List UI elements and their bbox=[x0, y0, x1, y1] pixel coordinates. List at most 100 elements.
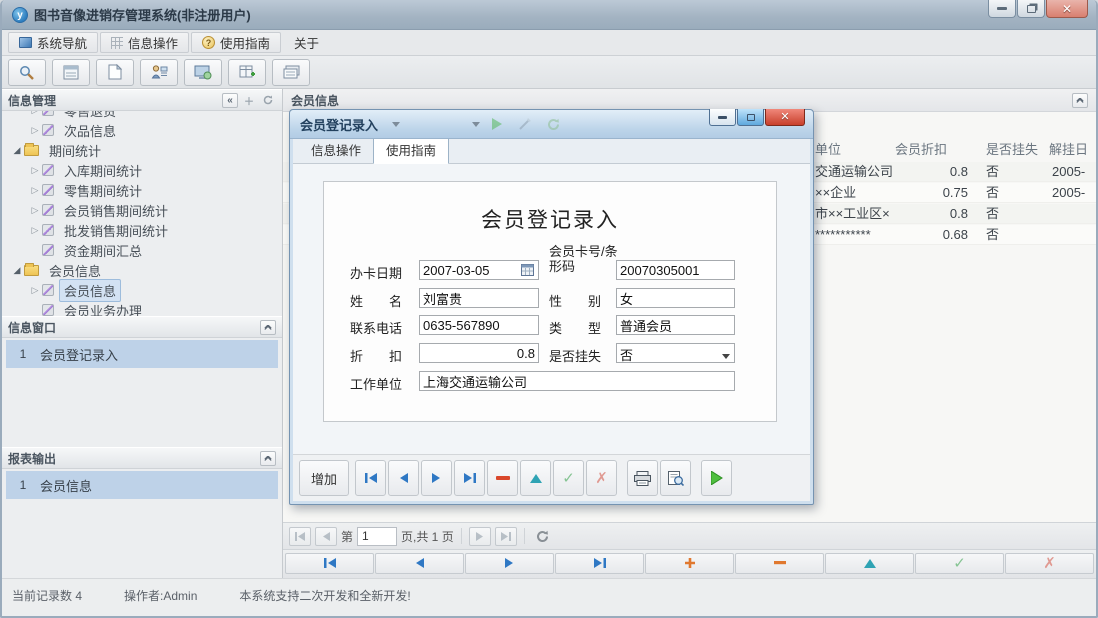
tree-item-inbound-period[interactable]: ▷入库期间统计 bbox=[2, 160, 282, 180]
dropdown-caret-icon[interactable] bbox=[392, 122, 400, 131]
record-cancel-button[interactable]: ✗ bbox=[1005, 553, 1094, 574]
dialog-refresh-button[interactable] bbox=[542, 115, 564, 133]
confirm-button[interactable]: ✓ bbox=[553, 460, 584, 496]
close-button[interactable]: ✕ bbox=[1046, 0, 1088, 18]
menu-item-info-ops[interactable]: 信息操作 bbox=[100, 32, 189, 53]
record-prev-button[interactable] bbox=[375, 553, 464, 574]
dialog-minimize-button[interactable] bbox=[709, 109, 736, 126]
column-header-discount[interactable]: 会员折扣 bbox=[895, 140, 975, 160]
tree-item-funds-summary[interactable]: ▷资金期间汇总 bbox=[2, 240, 282, 260]
dialog-close-button[interactable]: ✕ bbox=[765, 109, 805, 126]
phone-input[interactable] bbox=[419, 315, 539, 335]
tab-info-ops[interactable]: 信息操作 bbox=[299, 137, 373, 163]
column-header-unlock-date[interactable]: 解挂日期 bbox=[1049, 140, 1098, 160]
list-item-member-entry[interactable]: 1 会员登记录入 bbox=[6, 340, 278, 368]
record-add-button[interactable] bbox=[645, 553, 734, 574]
next-record-button[interactable] bbox=[421, 460, 452, 496]
page-prev-button[interactable] bbox=[315, 527, 337, 546]
page-refresh-button[interactable] bbox=[532, 527, 554, 546]
expand-arrow-icon[interactable]: ▷ bbox=[28, 165, 42, 176]
collapse-arrow-icon[interactable]: ◢ bbox=[10, 145, 24, 156]
cell-lost[interactable]: 否 bbox=[986, 225, 1046, 245]
gender-input[interactable] bbox=[616, 288, 735, 308]
discount-input[interactable] bbox=[419, 343, 539, 363]
expand-arrow-icon[interactable]: ▷ bbox=[28, 205, 42, 216]
restore-button[interactable] bbox=[1017, 0, 1045, 18]
add-button[interactable]: ＋ bbox=[241, 93, 257, 108]
cell-lost[interactable]: 否 bbox=[986, 183, 1046, 203]
expand-arrow-icon[interactable]: ▷ bbox=[28, 185, 42, 196]
window-view-button[interactable] bbox=[184, 59, 222, 86]
form-view-button[interactable] bbox=[52, 59, 90, 86]
collapse-up-button[interactable] bbox=[260, 320, 276, 335]
collapse-up-button[interactable] bbox=[260, 451, 276, 466]
record-delete-button[interactable] bbox=[735, 553, 824, 574]
design-button[interactable] bbox=[514, 115, 536, 133]
first-record-button[interactable] bbox=[355, 460, 386, 496]
cell-discount[interactable]: 0.75 bbox=[895, 183, 968, 203]
column-header-lost[interactable]: 是否挂失 bbox=[986, 140, 1056, 160]
last-record-button[interactable] bbox=[454, 460, 485, 496]
page-number-input[interactable] bbox=[357, 527, 397, 546]
menu-item-about[interactable]: 关于 bbox=[283, 32, 330, 53]
tree-folder-period-stats[interactable]: ◢期间统计 bbox=[2, 140, 282, 160]
edit-record-button[interactable] bbox=[520, 460, 551, 496]
tree-item-retail-period[interactable]: ▷零售期间统计 bbox=[2, 180, 282, 200]
table-add-button[interactable] bbox=[228, 59, 266, 86]
expand-arrow-icon[interactable]: ▷ bbox=[28, 111, 42, 116]
company-input[interactable] bbox=[419, 371, 735, 391]
card-list-button[interactable] bbox=[272, 59, 310, 86]
collapse-arrow-icon[interactable]: ◢ bbox=[10, 265, 24, 276]
prev-record-button[interactable] bbox=[388, 460, 419, 496]
record-confirm-button[interactable]: ✓ bbox=[915, 553, 1004, 574]
cell-discount[interactable]: 0.8 bbox=[895, 162, 968, 182]
page-first-button[interactable] bbox=[289, 527, 311, 546]
list-item-member-report[interactable]: 1 会员信息 bbox=[6, 471, 278, 499]
tree-item-member-sales-period[interactable]: ▷会员销售期间统计 bbox=[2, 200, 282, 220]
preview-button[interactable] bbox=[660, 460, 691, 496]
cell-discount[interactable]: 0.68 bbox=[895, 225, 968, 245]
card-number-input[interactable] bbox=[616, 260, 735, 280]
tree-item-member-business[interactable]: ▷会员业务办理 bbox=[2, 300, 282, 316]
tree-item-defective-info[interactable]: ▷次品信息 bbox=[2, 120, 282, 140]
record-last-button[interactable] bbox=[555, 553, 644, 574]
cell-discount[interactable]: 0.8 bbox=[895, 204, 968, 224]
type-input[interactable] bbox=[616, 315, 735, 335]
record-next-button[interactable] bbox=[465, 553, 554, 574]
tree-item-retail-returns[interactable]: ▷零售退货 bbox=[2, 111, 282, 120]
cell-unlock[interactable]: 2005- bbox=[1052, 162, 1098, 182]
new-document-button[interactable] bbox=[96, 59, 134, 86]
dialog-maximize-button[interactable] bbox=[737, 109, 764, 126]
cancel-button[interactable]: ✗ bbox=[586, 460, 617, 496]
expand-arrow-icon[interactable]: ▷ bbox=[28, 225, 42, 236]
cell-unlock[interactable]: 2005- bbox=[1052, 183, 1098, 203]
refresh-button[interactable] bbox=[260, 93, 276, 108]
member-manage-button[interactable] bbox=[140, 59, 178, 86]
add-member-button[interactable]: 增加 bbox=[299, 460, 349, 496]
minimize-button[interactable] bbox=[988, 0, 1016, 18]
tree-folder-member-info[interactable]: ◢会员信息 bbox=[2, 260, 282, 280]
run-button[interactable] bbox=[486, 115, 508, 133]
expand-arrow-icon[interactable]: ▷ bbox=[28, 285, 42, 296]
tree-item-member-info[interactable]: ▷会员信息 bbox=[2, 280, 282, 300]
lost-select[interactable]: 否 bbox=[616, 343, 735, 363]
dropdown-caret-icon[interactable] bbox=[472, 122, 480, 131]
page-last-button[interactable] bbox=[495, 527, 517, 546]
tree-item-wholesale-period[interactable]: ▷批发销售期间统计 bbox=[2, 220, 282, 240]
record-edit-button[interactable] bbox=[825, 553, 914, 574]
search-button[interactable] bbox=[8, 59, 46, 86]
expand-arrow-icon[interactable]: ▷ bbox=[28, 125, 42, 136]
cell-lost[interactable]: 否 bbox=[986, 204, 1046, 224]
menu-item-guide[interactable]: ? 使用指南 bbox=[191, 32, 281, 53]
page-next-button[interactable] bbox=[469, 527, 491, 546]
name-input[interactable] bbox=[419, 288, 539, 308]
collapse-up-button[interactable] bbox=[1072, 93, 1088, 108]
print-button[interactable] bbox=[627, 460, 658, 496]
collapse-left-button[interactable]: « bbox=[222, 93, 238, 108]
calendar-icon[interactable] bbox=[521, 263, 534, 281]
menu-item-system-nav[interactable]: 系统导航 bbox=[8, 32, 98, 53]
cell-lost[interactable]: 否 bbox=[986, 162, 1046, 182]
delete-record-button[interactable] bbox=[487, 460, 518, 496]
run-report-button[interactable] bbox=[701, 460, 732, 496]
tab-guide[interactable]: 使用指南 bbox=[373, 136, 449, 164]
